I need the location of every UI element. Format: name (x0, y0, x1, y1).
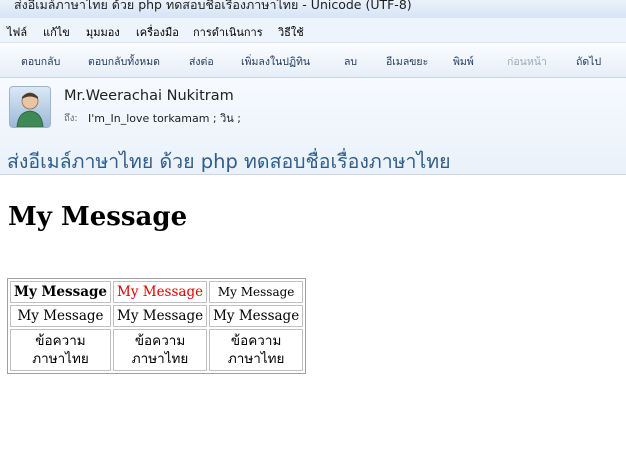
cell-line: ข้อความ (230, 333, 282, 349)
menu-help[interactable]: วิธีใช้ (278, 23, 304, 41)
table-cell: ข้อความ ภาษาไทย (113, 329, 208, 371)
sender-name: Mr.Weerachai Nukitram (64, 88, 234, 104)
cell-line: ภาษาไทย (131, 351, 189, 367)
window-titlebar: ส่งอีเมล์ภาษาไทย ด้วย php ทดสอบชื่อเรื่อ… (0, 0, 626, 18)
cell-line: ภาษาไทย (227, 351, 285, 367)
cell-line: ภาษาไทย (32, 351, 89, 367)
reply-button[interactable]: ตอบกลับ (21, 53, 60, 70)
menu-edit[interactable]: แก้ไข (43, 23, 70, 41)
table-cell: My Message (209, 281, 304, 303)
cell-line: ข้อความ (134, 333, 186, 349)
delete-button[interactable]: ลบ (344, 53, 357, 70)
table-row: My Message My Message My Message (10, 305, 304, 327)
message-subject: ส่งอีเมล์ภาษาไทย ด้วย php ทดสอบชื่อเรื่อ… (7, 150, 451, 173)
message-header: Mr.Weerachai Nukitram ถึง: I'm_In_love t… (0, 78, 626, 175)
avatar (9, 86, 51, 128)
table-cell: My Message (113, 305, 208, 327)
forward-button[interactable]: ส่งต่อ (189, 53, 214, 70)
message-heading: My Message (8, 202, 188, 232)
table-cell: My Message (10, 281, 111, 303)
table-cell: ข้อความ ภาษาไทย (209, 329, 304, 371)
to-label: ถึง: (64, 113, 78, 124)
window-title: ส่งอีเมล์ภาษาไทย ด้วย php ทดสอบชื่อเรื่อ… (14, 0, 412, 12)
menu-bar: ไฟล์ แก้ไข มุมมอง เครื่องมือ การดำเนินกา… (0, 18, 626, 43)
menu-view[interactable]: มุมมอง (86, 23, 120, 41)
previous-button[interactable]: ก่อนหน้า (507, 53, 547, 70)
cell-line: ข้อความ (35, 333, 86, 349)
table-row: ข้อความ ภาษาไทย ข้อความ ภาษาไทย ข้อความ … (10, 329, 304, 371)
next-button[interactable]: ถัดไป (576, 53, 601, 70)
menu-actions[interactable]: การดำเนินการ (193, 23, 263, 41)
table-cell: ข้อความ ภาษาไทย (10, 329, 111, 371)
table-row: My Message My Message My Message (10, 281, 304, 303)
person-icon (16, 92, 44, 128)
junk-button[interactable]: อีเมลขยะ (386, 53, 428, 70)
table-cell: My Message (113, 281, 208, 303)
reply-all-button[interactable]: ตอบกลับทั้งหมด (88, 53, 160, 70)
menu-file[interactable]: ไฟล์ (7, 23, 27, 41)
menu-tools[interactable]: เครื่องมือ (136, 23, 179, 41)
table-cell: My Message (10, 305, 111, 327)
recipients[interactable]: I'm_In_love torkamam ; วิน ; (88, 109, 241, 127)
toolbar: ตอบกลับ ตอบกลับทั้งหมด ส่งต่อ เพิ่มลงในป… (0, 43, 626, 78)
message-table: My Message My Message My Message My Mess… (7, 278, 307, 374)
table-cell: My Message (209, 305, 304, 327)
print-button[interactable]: พิมพ์ (453, 53, 474, 70)
add-to-calendar-button[interactable]: เพิ่มลงในปฏิทิน (241, 53, 310, 70)
